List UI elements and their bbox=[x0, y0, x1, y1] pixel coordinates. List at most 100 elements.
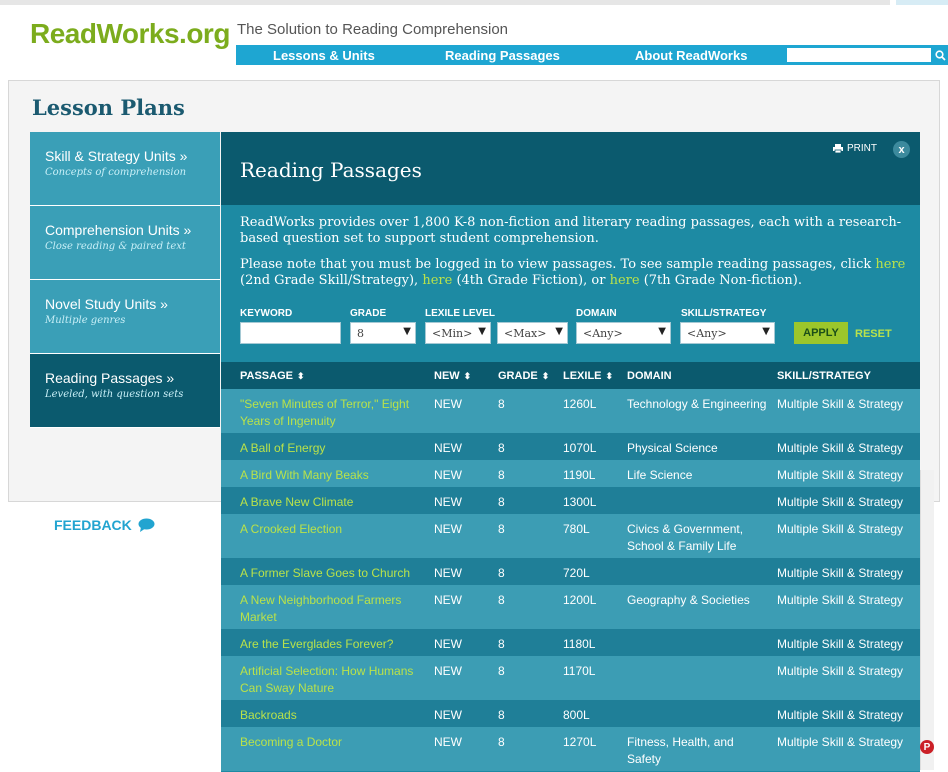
lexile-max-value: <Max> bbox=[504, 327, 547, 340]
grade-cell: 8 bbox=[498, 637, 505, 651]
close-button[interactable]: x bbox=[893, 141, 910, 158]
column-lexile[interactable]: LEXILE ⬍ bbox=[563, 370, 613, 382]
print-button[interactable]: PRINT bbox=[833, 143, 877, 154]
table-row: "Seven Minutes of Terror," Eight Years o… bbox=[221, 389, 920, 433]
skill-cell: Multiple Skill & Strategy bbox=[777, 468, 904, 482]
skill-cell: Multiple Skill & Strategy bbox=[777, 664, 904, 678]
nav-lessons-units[interactable]: Lessons & Units bbox=[273, 48, 375, 63]
sidebar-item-novel-study[interactable]: Novel Study Units » Multiple genres bbox=[30, 280, 220, 354]
lexile-label: LEXILE LEVEL bbox=[425, 308, 496, 319]
skill-strategy-select[interactable]: <Any> ▼ bbox=[680, 322, 775, 344]
passage-title-link[interactable]: Artificial Selection: How Humans Can Swa… bbox=[240, 663, 424, 697]
grade-cell: 8 bbox=[498, 708, 505, 722]
column-label: NEW bbox=[434, 370, 460, 382]
top-bar-blue bbox=[896, 0, 948, 5]
dropdown-arrow-icon: ▼ bbox=[555, 326, 563, 337]
domain-select-value: <Any> bbox=[583, 327, 623, 340]
table-row: A Crooked Election NEW 8 780L Civics & G… bbox=[221, 514, 920, 558]
keyword-input[interactable] bbox=[240, 322, 341, 344]
new-badge: NEW bbox=[434, 664, 462, 678]
nav-about-readworks[interactable]: About ReadWorks bbox=[635, 48, 747, 63]
nav-reading-passages[interactable]: Reading Passages bbox=[445, 48, 560, 63]
search-button[interactable] bbox=[933, 45, 948, 65]
lexile-cell: 1070L bbox=[563, 441, 597, 455]
passage-title-link[interactable]: A Brave New Climate bbox=[240, 494, 424, 511]
skill-cell: Multiple Skill & Strategy bbox=[777, 495, 904, 509]
keyword-label: KEYWORD bbox=[240, 308, 293, 319]
column-label: LEXILE bbox=[563, 370, 602, 382]
new-badge: NEW bbox=[434, 708, 462, 722]
grade-select[interactable]: 8 ▼ bbox=[350, 322, 416, 344]
domain-cell: Physical Science bbox=[627, 441, 718, 455]
column-new[interactable]: NEW ⬍ bbox=[434, 370, 471, 382]
sidebar-item-label: Novel Study Units » bbox=[45, 296, 168, 312]
passage-title-link[interactable]: Are the Everglades Forever? bbox=[240, 636, 424, 653]
domain-label: DOMAIN bbox=[576, 308, 617, 319]
top-strip bbox=[0, 0, 948, 6]
sidebar-item-sublabel: Close reading & paired text bbox=[45, 241, 186, 252]
sidebar-item-comprehension[interactable]: Comprehension Units » Close reading & pa… bbox=[30, 206, 220, 280]
main-nav: Lessons & Units Reading Passages About R… bbox=[236, 45, 948, 65]
site-logo[interactable]: ReadWorks.org bbox=[30, 18, 230, 50]
passage-title-link[interactable]: A New Neighborhood Farmers Market bbox=[240, 592, 424, 626]
reading-passages-panel: Reading Passages PRINT x ReadWorks provi… bbox=[221, 132, 920, 772]
sort-icon: ⬍ bbox=[605, 371, 614, 381]
passage-title-link[interactable]: "Seven Minutes of Terror," Eight Years o… bbox=[240, 396, 424, 430]
sidebar-item-skill-strategy[interactable]: Skill & Strategy Units » Concepts of com… bbox=[30, 132, 220, 206]
lexile-cell: 1200L bbox=[563, 593, 597, 607]
sidebar-item-reading-passages[interactable]: Reading Passages » Leveled, with questio… bbox=[30, 354, 220, 428]
intro-text: ReadWorks provides over 1,800 K-8 non-fi… bbox=[240, 215, 902, 246]
table-row: A Brave New Climate NEW 8 1300L Multiple… bbox=[221, 487, 920, 514]
grade-cell: 8 bbox=[498, 593, 505, 607]
apply-button[interactable]: APPLY bbox=[794, 322, 848, 344]
table-row: A Bird With Many Beaks NEW 8 1190L Life … bbox=[221, 460, 920, 487]
skill-cell: Multiple Skill & Strategy bbox=[777, 593, 904, 607]
lexile-min-select[interactable]: <Min> ▼ bbox=[425, 322, 491, 344]
lexile-cell: 1270L bbox=[563, 735, 597, 749]
search-input[interactable] bbox=[786, 47, 932, 63]
grade-cell: 8 bbox=[498, 664, 505, 678]
table-row: Are the Everglades Forever? NEW 8 1180L … bbox=[221, 629, 920, 656]
panel-title: Reading Passages bbox=[240, 158, 422, 182]
sample-link-2nd-grade[interactable]: here bbox=[875, 257, 905, 272]
sidebar-item-label: Skill & Strategy Units » bbox=[45, 148, 188, 164]
passage-title-link[interactable]: A Crooked Election bbox=[240, 521, 424, 538]
table-row: Artificial Selection: How Humans Can Swa… bbox=[221, 656, 920, 700]
passage-title-link[interactable]: A Former Slave Goes to Church bbox=[240, 565, 424, 582]
column-passage[interactable]: PASSAGE ⬍ bbox=[240, 370, 305, 382]
lexile-cell: 1180L bbox=[563, 637, 596, 651]
lexile-cell: 800L bbox=[563, 708, 590, 722]
dropdown-arrow-icon: ▼ bbox=[658, 326, 666, 337]
skill-cell: Multiple Skill & Strategy bbox=[777, 708, 904, 722]
lexile-max-select[interactable]: <Max> ▼ bbox=[497, 322, 568, 344]
domain-select[interactable]: <Any> ▼ bbox=[576, 322, 671, 344]
new-badge: NEW bbox=[434, 522, 462, 536]
new-badge: NEW bbox=[434, 593, 462, 607]
skill-cell: Multiple Skill & Strategy bbox=[777, 441, 904, 455]
page: ReadWorks.org The Solution to Reading Co… bbox=[0, 0, 948, 772]
column-label: GRADE bbox=[498, 370, 538, 382]
panel-header: Reading Passages PRINT x bbox=[221, 132, 920, 205]
new-badge: NEW bbox=[434, 735, 462, 749]
new-badge: NEW bbox=[434, 637, 462, 651]
passage-title-link[interactable]: Becoming a Doctor bbox=[240, 734, 424, 751]
passage-title-link[interactable]: A Bird With Many Beaks bbox=[240, 467, 424, 484]
lexile-cell: 1300L bbox=[563, 495, 597, 509]
grade-select-value: 8 bbox=[357, 327, 364, 340]
page-scrollbar[interactable] bbox=[920, 470, 934, 770]
reset-link[interactable]: RESET bbox=[855, 328, 892, 340]
passage-title-link[interactable]: A Ball of Energy bbox=[240, 440, 424, 457]
skill-select-value: <Any> bbox=[687, 327, 727, 340]
grade-label: GRADE bbox=[350, 308, 387, 319]
login-note: Please note that you must be logged in t… bbox=[240, 257, 910, 289]
passage-title-link[interactable]: Backroads bbox=[240, 707, 424, 724]
column-skill-strategy: SKILL/STRATEGY bbox=[777, 370, 871, 382]
sample-link-7th-grade[interactable]: here bbox=[610, 273, 640, 288]
column-grade[interactable]: GRADE ⬍ bbox=[498, 370, 549, 382]
feedback-link[interactable]: FEEDBACK bbox=[54, 517, 155, 533]
printer-icon bbox=[833, 144, 843, 153]
sample-link-4th-grade[interactable]: here bbox=[422, 273, 452, 288]
note-text: (2nd Grade Skill/Strategy), bbox=[240, 273, 423, 288]
sidebar-item-sublabel: Concepts of comprehension bbox=[45, 167, 187, 178]
pinterest-icon[interactable]: P bbox=[920, 740, 934, 754]
